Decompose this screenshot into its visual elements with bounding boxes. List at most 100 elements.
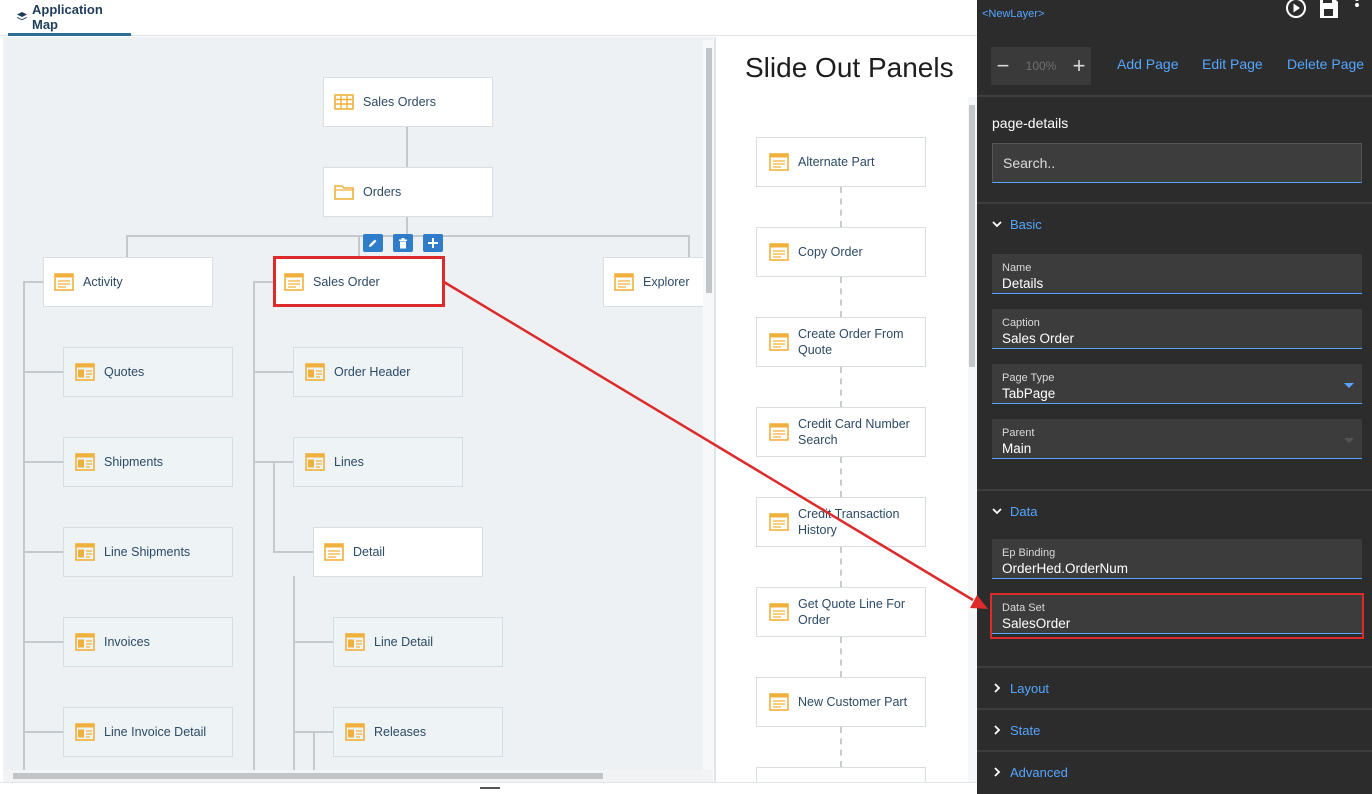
connector [23, 551, 63, 553]
field-value[interactable]: Sales Order [1002, 330, 1362, 347]
section-data[interactable]: Data [992, 501, 1037, 521]
node-releases[interactable]: Releases [333, 707, 503, 757]
slide-vertical-scrollbar[interactable] [968, 97, 977, 782]
scroll-thumb[interactable] [706, 48, 712, 293]
page-icon [614, 273, 634, 291]
trash-icon [399, 237, 407, 248]
slide-item-create-order-from-quote[interactable]: Create Order From Quote [756, 317, 926, 367]
connector [358, 235, 360, 257]
map-horizontal-scrollbar[interactable] [3, 770, 713, 782]
property-search-input[interactable]: Search.. [992, 143, 1362, 183]
connector [253, 281, 255, 782]
zoom-in-button[interactable]: + [1067, 48, 1091, 84]
field-parent[interactable]: Parent Main [992, 419, 1362, 459]
field-value[interactable]: OrderHed.OrderNum [1002, 560, 1362, 577]
page-icon [769, 243, 789, 261]
resize-handle[interactable] [480, 787, 500, 789]
layer-link[interactable]: <NewLayer> [982, 8, 1044, 20]
chevron-down-icon [992, 221, 1002, 228]
field-value[interactable]: TabPage [1002, 385, 1362, 402]
edit-page-button[interactable]: Edit Page [1202, 56, 1263, 72]
field-ep-binding[interactable]: Ep Binding OrderHed.OrderNum [992, 539, 1362, 579]
connector [23, 731, 63, 733]
field-caption[interactable]: Caption Sales Order [992, 309, 1362, 349]
node-label: Line Detail [374, 635, 434, 649]
scroll-thumb[interactable] [13, 773, 603, 779]
plus-icon [428, 238, 438, 248]
play-icon[interactable] [1284, 0, 1308, 25]
node-line-invoice-detail[interactable]: Line Invoice Detail [63, 707, 233, 757]
dashed-connector [840, 277, 842, 317]
slide-item-label: Credit Transaction History [798, 507, 900, 537]
section-state[interactable]: State [992, 720, 1040, 740]
divider [977, 666, 1372, 668]
edit-node-button[interactable] [363, 234, 383, 252]
slide-item-label: New Customer Part [798, 695, 908, 709]
node-order-header[interactable]: Order Header [293, 347, 463, 397]
node-shipments[interactable]: Shipments [63, 437, 233, 487]
connector [406, 216, 408, 235]
field-label: Page Type [1002, 372, 1055, 384]
delete-node-button[interactable] [393, 234, 413, 252]
dashed-connector [840, 367, 842, 407]
delete-page-button[interactable]: Delete Page [1287, 56, 1364, 72]
node-lines[interactable]: Lines [293, 437, 463, 487]
panel-icon [75, 363, 95, 381]
node-label: Quotes [104, 365, 145, 379]
section-basic[interactable]: Basic [992, 214, 1042, 234]
dropdown-arrow-icon[interactable] [1344, 383, 1354, 388]
panel-icon [345, 633, 365, 651]
section-advanced[interactable]: Advanced [992, 762, 1068, 782]
slide-item-get-quote-line-for-order[interactable]: Get Quote Line For Order [756, 587, 926, 637]
panel-icon [75, 453, 95, 471]
field-name[interactable]: Name Details [992, 254, 1362, 294]
more-vertical-icon[interactable] [1354, 0, 1360, 16]
add-page-button[interactable]: Add Page [1117, 56, 1179, 72]
save-icon[interactable] [1318, 0, 1340, 25]
field-label: Ep Binding [1002, 547, 1056, 559]
node-line-detail[interactable]: Line Detail [333, 617, 503, 667]
divider [977, 708, 1372, 710]
slide-item-alternate-part[interactable]: Alternate Part [756, 137, 926, 187]
field-label: Caption [1002, 317, 1040, 329]
add-node-button[interactable] [423, 234, 443, 252]
node-invoices[interactable]: Invoices [63, 617, 233, 667]
slide-item-new-customer-part[interactable]: New Customer Part [756, 677, 926, 727]
node-line-shipments[interactable]: Line Shipments [63, 527, 233, 577]
slide-item-partial[interactable] [756, 767, 926, 782]
node-explorer[interactable]: Explorer [603, 257, 713, 307]
slide-item-credit-transaction-history[interactable]: Credit Transaction History [756, 497, 926, 547]
slide-item-copy-order[interactable]: Copy Order [756, 227, 926, 277]
connector [23, 461, 63, 463]
connector [23, 281, 25, 782]
page-icon [769, 693, 789, 711]
zoom-out-button[interactable]: − [991, 48, 1015, 84]
field-value[interactable]: Details [1002, 275, 1362, 292]
highlight-box [990, 593, 1364, 639]
node-orders[interactable]: Orders [323, 167, 493, 217]
tab-application-map[interactable]: Application Map [8, 0, 131, 36]
dashed-connector [840, 727, 842, 767]
dropdown-arrow-icon [1344, 438, 1354, 443]
node-sales-orders[interactable]: Sales Orders [323, 77, 493, 127]
node-detail[interactable]: Detail [313, 527, 483, 577]
properties-panel: <NewLayer> − 100% + Add Page Edit Page D… [977, 0, 1372, 794]
page-toolbar: − 100% + Add Page Edit Page Delete Page [977, 40, 1372, 97]
field-value[interactable]: Main [1002, 440, 1362, 457]
section-label: Layout [1010, 680, 1050, 696]
node-quotes[interactable]: Quotes [63, 347, 233, 397]
section-layout[interactable]: Layout [992, 678, 1049, 698]
connector [293, 641, 333, 643]
node-label: Order Header [334, 365, 411, 379]
node-label: Orders [363, 185, 402, 199]
highlight-box [273, 256, 445, 307]
field-page-type[interactable]: Page Type TabPage [992, 364, 1362, 404]
scroll-thumb[interactable] [969, 105, 975, 367]
dashed-connector [840, 187, 842, 227]
connector [688, 235, 690, 257]
slide-item-credit-card-number-search[interactable]: Credit Card Number Search [756, 407, 926, 457]
panel-icon [75, 633, 95, 651]
panel-icon [75, 543, 95, 561]
node-activity[interactable]: Activity [43, 257, 213, 307]
map-canvas[interactable]: Sales Orders Orders Activity Sales Order… [3, 37, 713, 782]
